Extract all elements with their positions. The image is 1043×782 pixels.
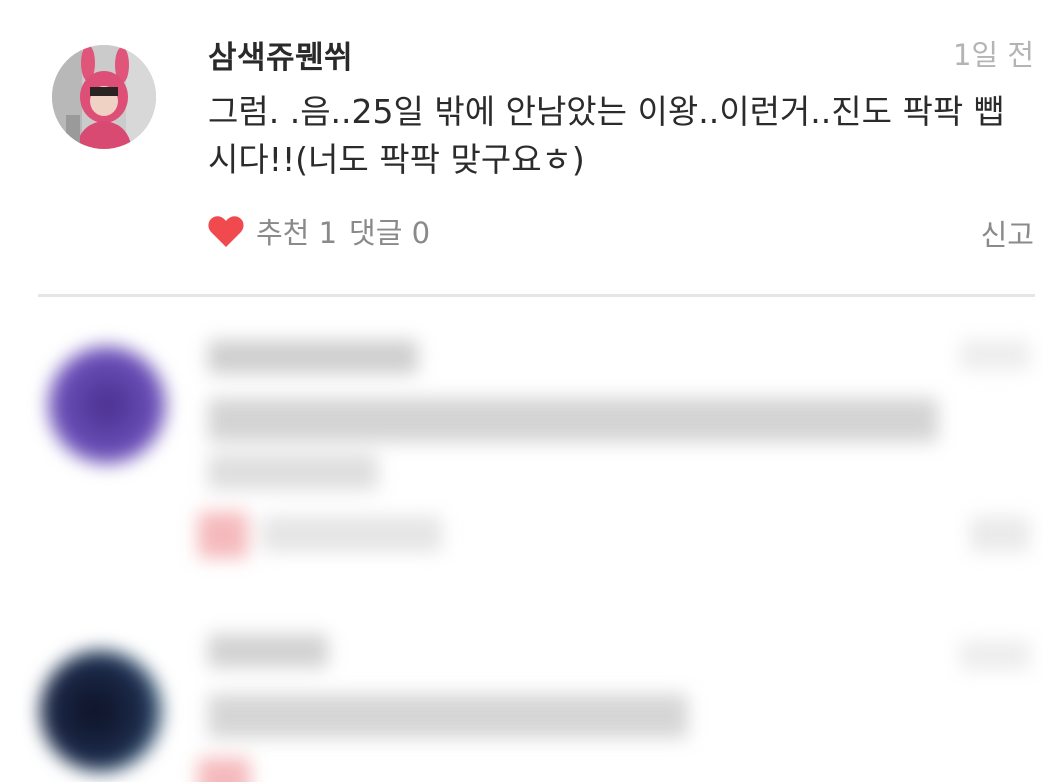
like-count-label: 추천 1 <box>256 216 338 250</box>
reply-button[interactable]: 댓글 0 <box>349 210 430 252</box>
comment-timestamp: 1일 전 <box>952 38 1034 72</box>
comment-actions: 추천 1 댓글 0 <box>206 208 430 254</box>
heart-icon <box>206 211 246 251</box>
like-button[interactable]: 추천 1 <box>206 210 337 252</box>
blurred-comment <box>0 298 1043 618</box>
blurred-avatar <box>40 650 162 772</box>
reply-count-label: 댓글 0 <box>349 216 431 250</box>
author-name[interactable]: 삼색쥬뭰쒸 <box>208 32 353 77</box>
avatar[interactable] <box>52 45 156 149</box>
avatar-image <box>52 45 156 149</box>
blurred-avatar <box>48 346 166 464</box>
report-button[interactable]: 신고 <box>981 212 1034 254</box>
comment-body: 그럼. .음..25일 밖에 안남았는 이왕..이런거..진도 팍팍 뺍시다!!… <box>208 92 1005 179</box>
comment-divider <box>38 294 1035 297</box>
blurred-comments <box>0 298 1043 782</box>
blurred-comment <box>0 618 1043 782</box>
comment-item: 삼색쥬뭰쒸 1일 전 그럼. .음..25일 밖에 안남았는 이왕..이런거..… <box>0 0 1043 296</box>
